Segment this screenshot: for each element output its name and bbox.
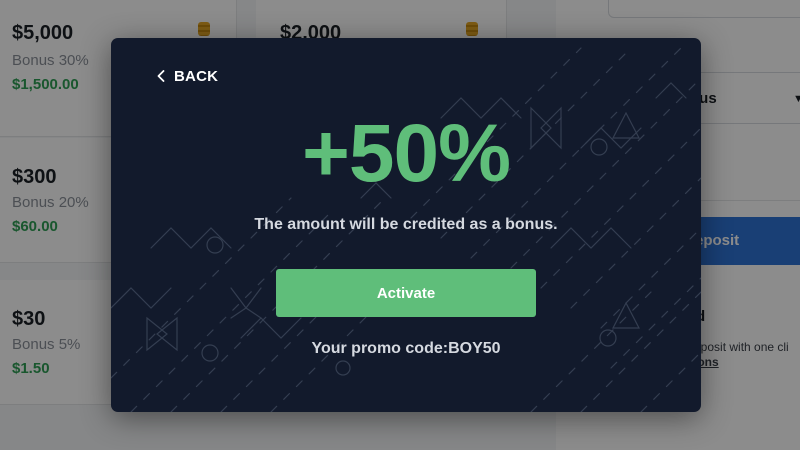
- promo-modal: BACK +50% The amount will be credited as…: [111, 38, 701, 412]
- back-label: BACK: [174, 67, 219, 85]
- activate-button[interactable]: Activate: [276, 269, 536, 317]
- promo-code-value[interactable]: BOY50: [448, 340, 500, 357]
- promo-code-prefix: Your promo code:: [311, 340, 449, 357]
- bonus-percent: +50%: [301, 108, 511, 199]
- chevron-left-icon: [157, 70, 165, 82]
- back-button[interactable]: BACK: [157, 66, 218, 86]
- promo-code-text: Your promo code:BOY50: [111, 340, 701, 358]
- bonus-description: The amount will be credited as a bonus.: [254, 216, 558, 233]
